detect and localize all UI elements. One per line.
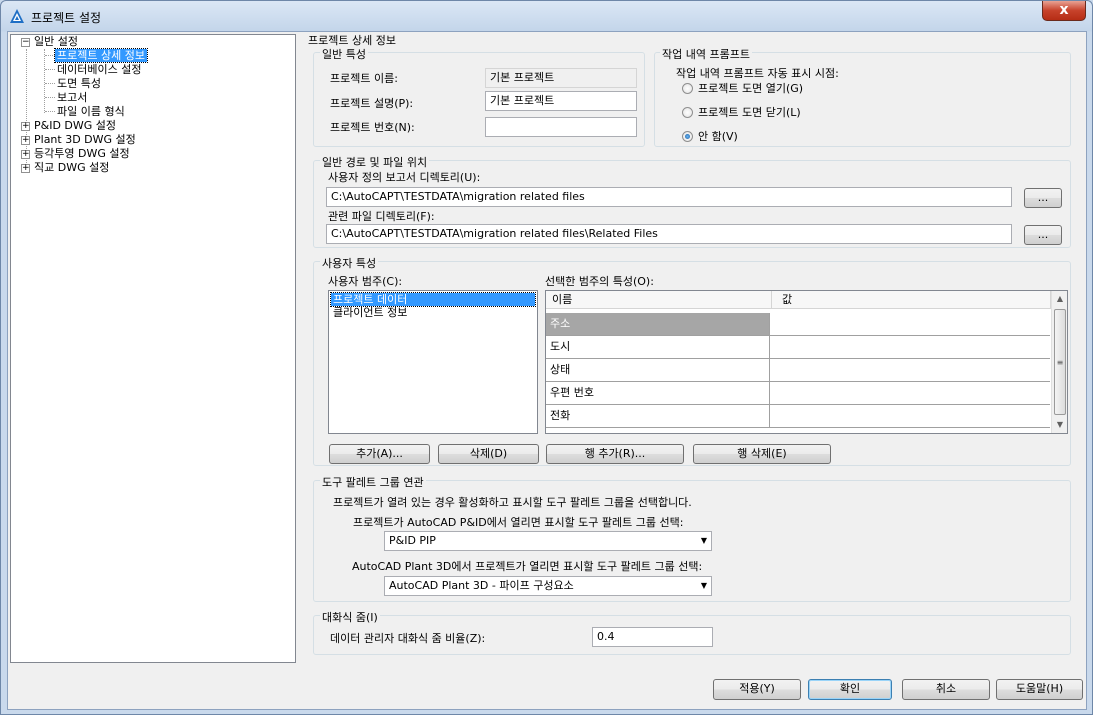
expand-icon[interactable]: +: [21, 149, 30, 159]
dropdown-arrow-icon: ▼: [700, 536, 707, 545]
project-settings-window: 프로젝트 설정 x − 일반 설정 프로젝트 상세 정보 데이터베이스 설정 도면…: [0, 0, 1093, 715]
history-prompt-subtitle: 작업 내역 프롬프트 자동 표시 시점:: [676, 67, 839, 80]
cancel-button[interactable]: 취소: [902, 679, 990, 700]
autocad-logo-icon: [10, 9, 24, 23]
report-dir-field[interactable]: C:\AutoCAPT\TESTDATA\migration related f…: [326, 187, 1012, 207]
zoom-ratio-label: 데이터 관리자 대화식 줌 비율(Z):: [330, 632, 486, 645]
tree-item-file-name-format[interactable]: 파일 이름 형식: [57, 105, 125, 119]
tree-item-drawing-properties[interactable]: 도면 특성: [57, 77, 101, 91]
tree-guide-line: [45, 83, 55, 84]
report-dir-browse-button[interactable]: ...: [1024, 188, 1062, 208]
grid-header-name[interactable]: 이름: [546, 291, 772, 309]
dialog-client: − 일반 설정 프로젝트 상세 정보 데이터베이스 설정 도면 특성 보고서 파일…: [7, 31, 1087, 710]
zoom-ratio-field[interactable]: 0.4: [592, 627, 713, 647]
list-item[interactable]: 프로젝트 데이터: [330, 292, 536, 307]
collapse-icon[interactable]: −: [21, 37, 30, 47]
tree-item-reports[interactable]: 보고서: [57, 91, 87, 105]
radio-icon: [682, 82, 693, 94]
delete-category-button[interactable]: 삭제(D): [438, 444, 539, 464]
grid-header: 이름 값: [546, 291, 1051, 309]
radio-icon: [682, 106, 693, 118]
related-dir-field[interactable]: C:\AutoCAPT\TESTDATA\migration related f…: [326, 224, 1012, 244]
close-button[interactable]: x: [1042, 1, 1086, 21]
add-row-button[interactable]: 행 추가(R)...: [546, 444, 684, 464]
tree-guide-line: [45, 111, 55, 112]
project-number-field[interactable]: [485, 117, 637, 137]
ok-button[interactable]: 확인: [808, 679, 892, 700]
list-item[interactable]: 클라이언트 정보: [331, 306, 535, 319]
project-name-label: 프로젝트 이름:: [330, 72, 398, 85]
grid-cell-value[interactable]: [770, 405, 1050, 428]
report-dir-label: 사용자 정의 보고서 디렉토리(U):: [328, 171, 481, 184]
project-description-field[interactable]: 기본 프로젝트: [485, 91, 637, 111]
pid-palette-label: 프로젝트가 AutoCAD P&ID에서 열리면 표시할 도구 팔레트 그룹 선…: [353, 516, 684, 529]
title-bar[interactable]: 프로젝트 설정 x: [1, 1, 1092, 31]
grid-cell-value[interactable]: [770, 313, 1050, 336]
grid-vertical-scrollbar[interactable]: ▲ ≡ ▼: [1051, 291, 1067, 433]
scroll-thumb[interactable]: ≡: [1054, 309, 1066, 415]
tree-guide-line: [45, 97, 55, 98]
tree-guide-line: [45, 55, 55, 56]
grid-cell-name[interactable]: 도시: [546, 336, 770, 359]
history-prompt-title: 작업 내역 프롬프트: [660, 46, 752, 62]
expand-icon[interactable]: +: [21, 135, 30, 145]
user-categories-list[interactable]: 프로젝트 데이터 클라이언트 정보: [328, 290, 538, 434]
grid-header-value[interactable]: 값: [772, 291, 1051, 309]
tool-palette-description: 프로젝트가 열려 있는 경우 활성화하고 표시할 도구 팔레트 그룹을 선택합니…: [333, 496, 692, 509]
settings-tree[interactable]: − 일반 설정 프로젝트 상세 정보 데이터베이스 설정 도면 특성 보고서 파일…: [10, 34, 296, 663]
scroll-up-icon[interactable]: ▲: [1052, 291, 1067, 307]
tree-item-database-settings[interactable]: 데이터베이스 설정: [57, 63, 141, 77]
tree-item-plant3d-dwg-settings[interactable]: + Plant 3D DWG 설정: [21, 133, 136, 147]
plant3d-palette-label: AutoCAD Plant 3D에서 프로젝트가 열리면 표시할 도구 팔레트 …: [352, 560, 703, 573]
project-number-label: 프로젝트 번호(N):: [330, 121, 415, 134]
plant3d-palette-select[interactable]: AutoCAD Plant 3D - 파이프 구성요소 ▼: [384, 576, 712, 596]
delete-row-button[interactable]: 행 삭제(E): [693, 444, 831, 464]
tree-item-general-settings[interactable]: − 일반 설정: [21, 35, 78, 49]
grid-cell-name[interactable]: 상태: [546, 359, 770, 382]
interactive-zoom-title: 대화식 줌(I): [320, 609, 380, 625]
scroll-down-icon[interactable]: ▼: [1052, 417, 1067, 433]
help-button[interactable]: 도움말(H): [996, 679, 1083, 700]
tool-palette-title: 도구 팔레트 그룹 연관: [320, 474, 426, 490]
tree-guide-line: [44, 49, 45, 113]
grid-cell-name[interactable]: 우편 번호: [546, 382, 770, 405]
grid-cell-name[interactable]: 주소: [546, 313, 770, 336]
category-properties-grid[interactable]: 이름 값 주소 도시 상태 우편 번호 전화 ▲ ≡ ▼: [545, 290, 1068, 434]
tree-item-ortho-dwg-settings[interactable]: + 직교 DWG 설정: [21, 161, 109, 175]
expand-icon[interactable]: +: [21, 121, 30, 131]
paths-title: 일반 경로 및 파일 위치: [320, 154, 430, 170]
tree-item-project-details[interactable]: 프로젝트 상세 정보: [54, 48, 148, 63]
radio-selected-icon: [682, 130, 693, 142]
radio-close-drawing[interactable]: 프로젝트 도면 닫기(L): [682, 106, 801, 119]
window-title: 프로젝트 설정: [31, 11, 102, 25]
user-properties-title: 사용자 특성: [320, 255, 379, 271]
related-dir-browse-button[interactable]: ...: [1024, 225, 1062, 245]
tree-item-pid-dwg-settings[interactable]: + P&ID DWG 설정: [21, 119, 116, 133]
user-categories-label: 사용자 범주(C):: [328, 275, 403, 288]
pid-palette-select[interactable]: P&ID PIP ▼: [384, 531, 712, 551]
tree-item-iso-dwg-settings[interactable]: + 등각투영 DWG 설정: [21, 147, 130, 161]
project-description-label: 프로젝트 설명(P):: [330, 97, 414, 110]
expand-icon[interactable]: +: [21, 163, 30, 173]
project-name-field: 기본 프로젝트: [485, 68, 637, 88]
radio-open-drawing[interactable]: 프로젝트 도면 열기(G): [682, 82, 803, 95]
dropdown-arrow-icon: ▼: [700, 581, 707, 590]
grid-cell-value[interactable]: [770, 336, 1050, 359]
radio-never[interactable]: 안 함(V): [682, 130, 738, 143]
add-category-button[interactable]: 추가(A)...: [329, 444, 430, 464]
tree-guide-line: [45, 69, 55, 70]
general-properties-title: 일반 특성: [320, 46, 368, 62]
apply-button[interactable]: 적용(Y): [713, 679, 801, 700]
grid-cell-value[interactable]: [770, 382, 1050, 405]
grid-cell-value[interactable]: [770, 359, 1050, 382]
related-dir-label: 관련 파일 디렉토리(F):: [328, 210, 435, 223]
selected-category-props-label: 선택한 범주의 특성(O):: [545, 275, 654, 288]
grid-cell-name[interactable]: 전화: [546, 405, 770, 428]
